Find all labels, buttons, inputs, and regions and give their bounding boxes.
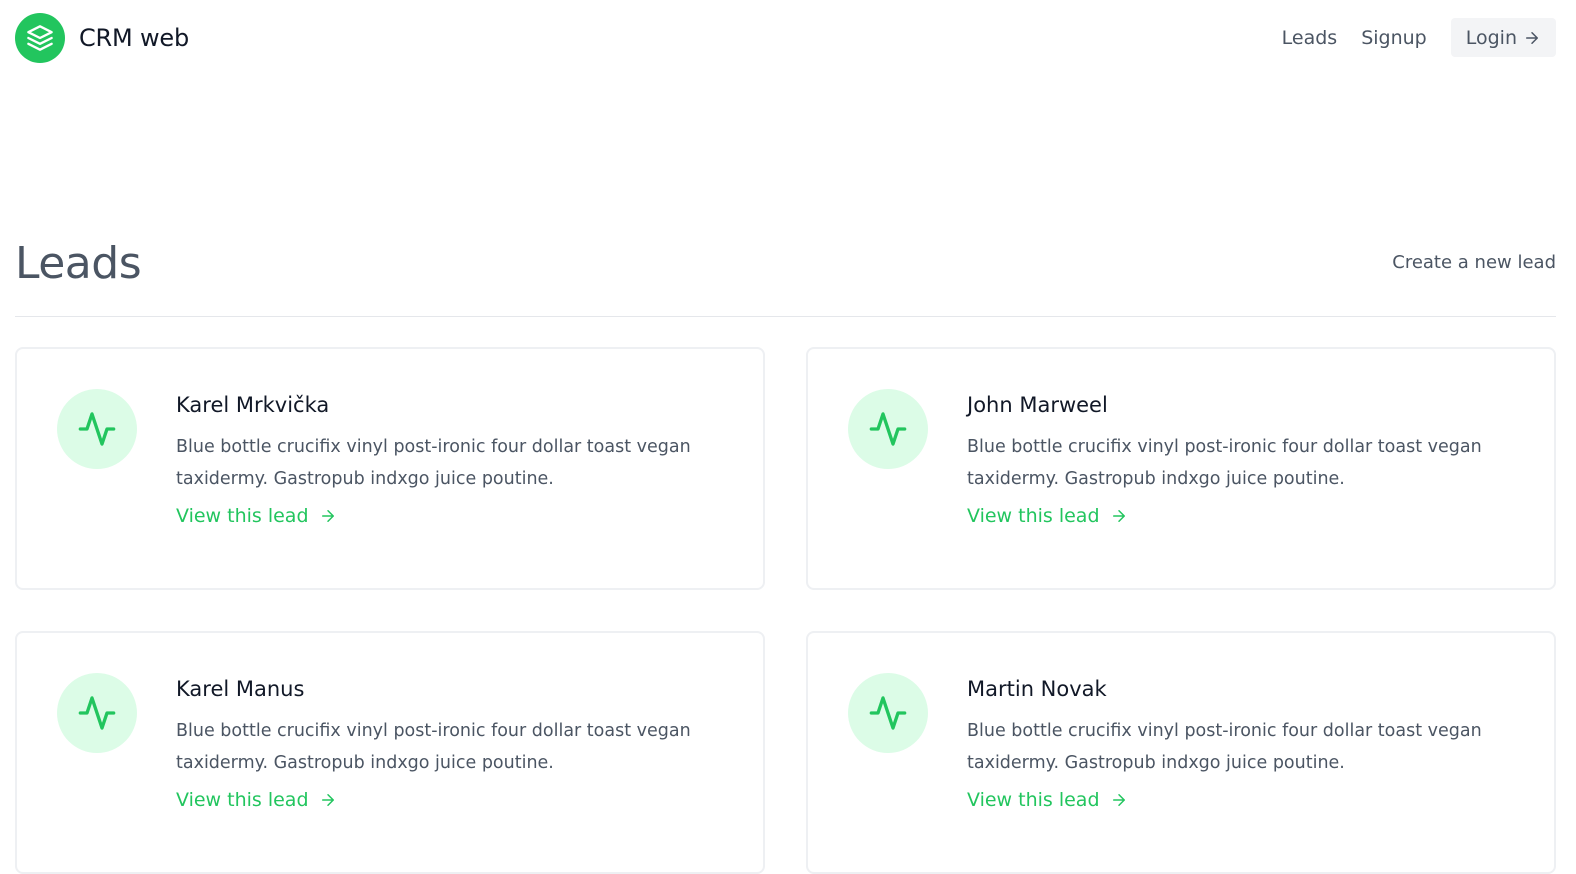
nav-link-leads[interactable]: Leads <box>1282 27 1338 49</box>
page-heading: Leads Create a new lead <box>15 232 1556 317</box>
lead-card: John Marweel Blue bottle crucifix vinyl … <box>806 347 1556 590</box>
main-nav: Leads Signup Login <box>1282 18 1556 57</box>
login-button[interactable]: Login <box>1450 18 1556 57</box>
arrow-right-icon <box>1112 794 1125 806</box>
lead-card-body: Martin Novak Blue bottle crucifix vinyl … <box>967 677 1527 811</box>
lead-card-body: John Marweel Blue bottle crucifix vinyl … <box>967 393 1527 527</box>
view-lead-label: View this lead <box>176 789 309 811</box>
lead-description: Blue bottle crucifix vinyl post-ironic f… <box>176 721 691 773</box>
lead-name: Karel Manus <box>176 677 305 701</box>
lead-card: Karel Manus Blue bottle crucifix vinyl p… <box>15 631 765 874</box>
stacked-layers-icon <box>15 13 65 63</box>
view-lead-link[interactable]: View this lead <box>176 789 337 811</box>
lead-name: Karel Mrkvička <box>176 393 330 417</box>
activity-pulse-icon <box>848 389 928 469</box>
create-lead-link[interactable]: Create a new lead <box>1392 252 1556 273</box>
brand-name: CRM web <box>79 24 189 52</box>
view-lead-link[interactable]: View this lead <box>967 789 1128 811</box>
arrow-right-icon <box>321 794 334 806</box>
lead-card-body: Karel Manus Blue bottle crucifix vinyl p… <box>176 677 736 811</box>
brand-home-link[interactable]: CRM web <box>15 13 189 63</box>
view-lead-label: View this lead <box>176 505 309 527</box>
arrow-right-icon <box>1526 31 1538 44</box>
lead-card-body: Karel Mrkvička Blue bottle crucifix viny… <box>176 393 736 527</box>
lead-card: Karel Mrkvička Blue bottle crucifix viny… <box>15 347 765 590</box>
view-lead-label: View this lead <box>967 505 1100 527</box>
activity-pulse-icon <box>57 673 137 753</box>
lead-name: John Marweel <box>967 393 1108 417</box>
lead-description: Blue bottle crucifix vinyl post-ironic f… <box>967 437 1482 489</box>
lead-card: Martin Novak Blue bottle crucifix vinyl … <box>806 631 1556 874</box>
activity-pulse-icon <box>848 673 928 753</box>
top-header: CRM web Leads Signup Login <box>0 0 1576 80</box>
lead-name: Martin Novak <box>967 677 1107 701</box>
view-lead-link[interactable]: View this lead <box>176 505 337 527</box>
lead-description: Blue bottle crucifix vinyl post-ironic f… <box>176 437 691 489</box>
view-lead-link[interactable]: View this lead <box>967 505 1128 527</box>
login-button-label: Login <box>1465 26 1517 49</box>
nav-link-signup[interactable]: Signup <box>1361 27 1427 49</box>
arrow-right-icon <box>321 510 334 522</box>
page-title: Leads <box>15 238 142 289</box>
activity-pulse-icon <box>57 389 137 469</box>
lead-description: Blue bottle crucifix vinyl post-ironic f… <box>967 721 1482 773</box>
view-lead-label: View this lead <box>967 789 1100 811</box>
arrow-right-icon <box>1112 510 1125 522</box>
